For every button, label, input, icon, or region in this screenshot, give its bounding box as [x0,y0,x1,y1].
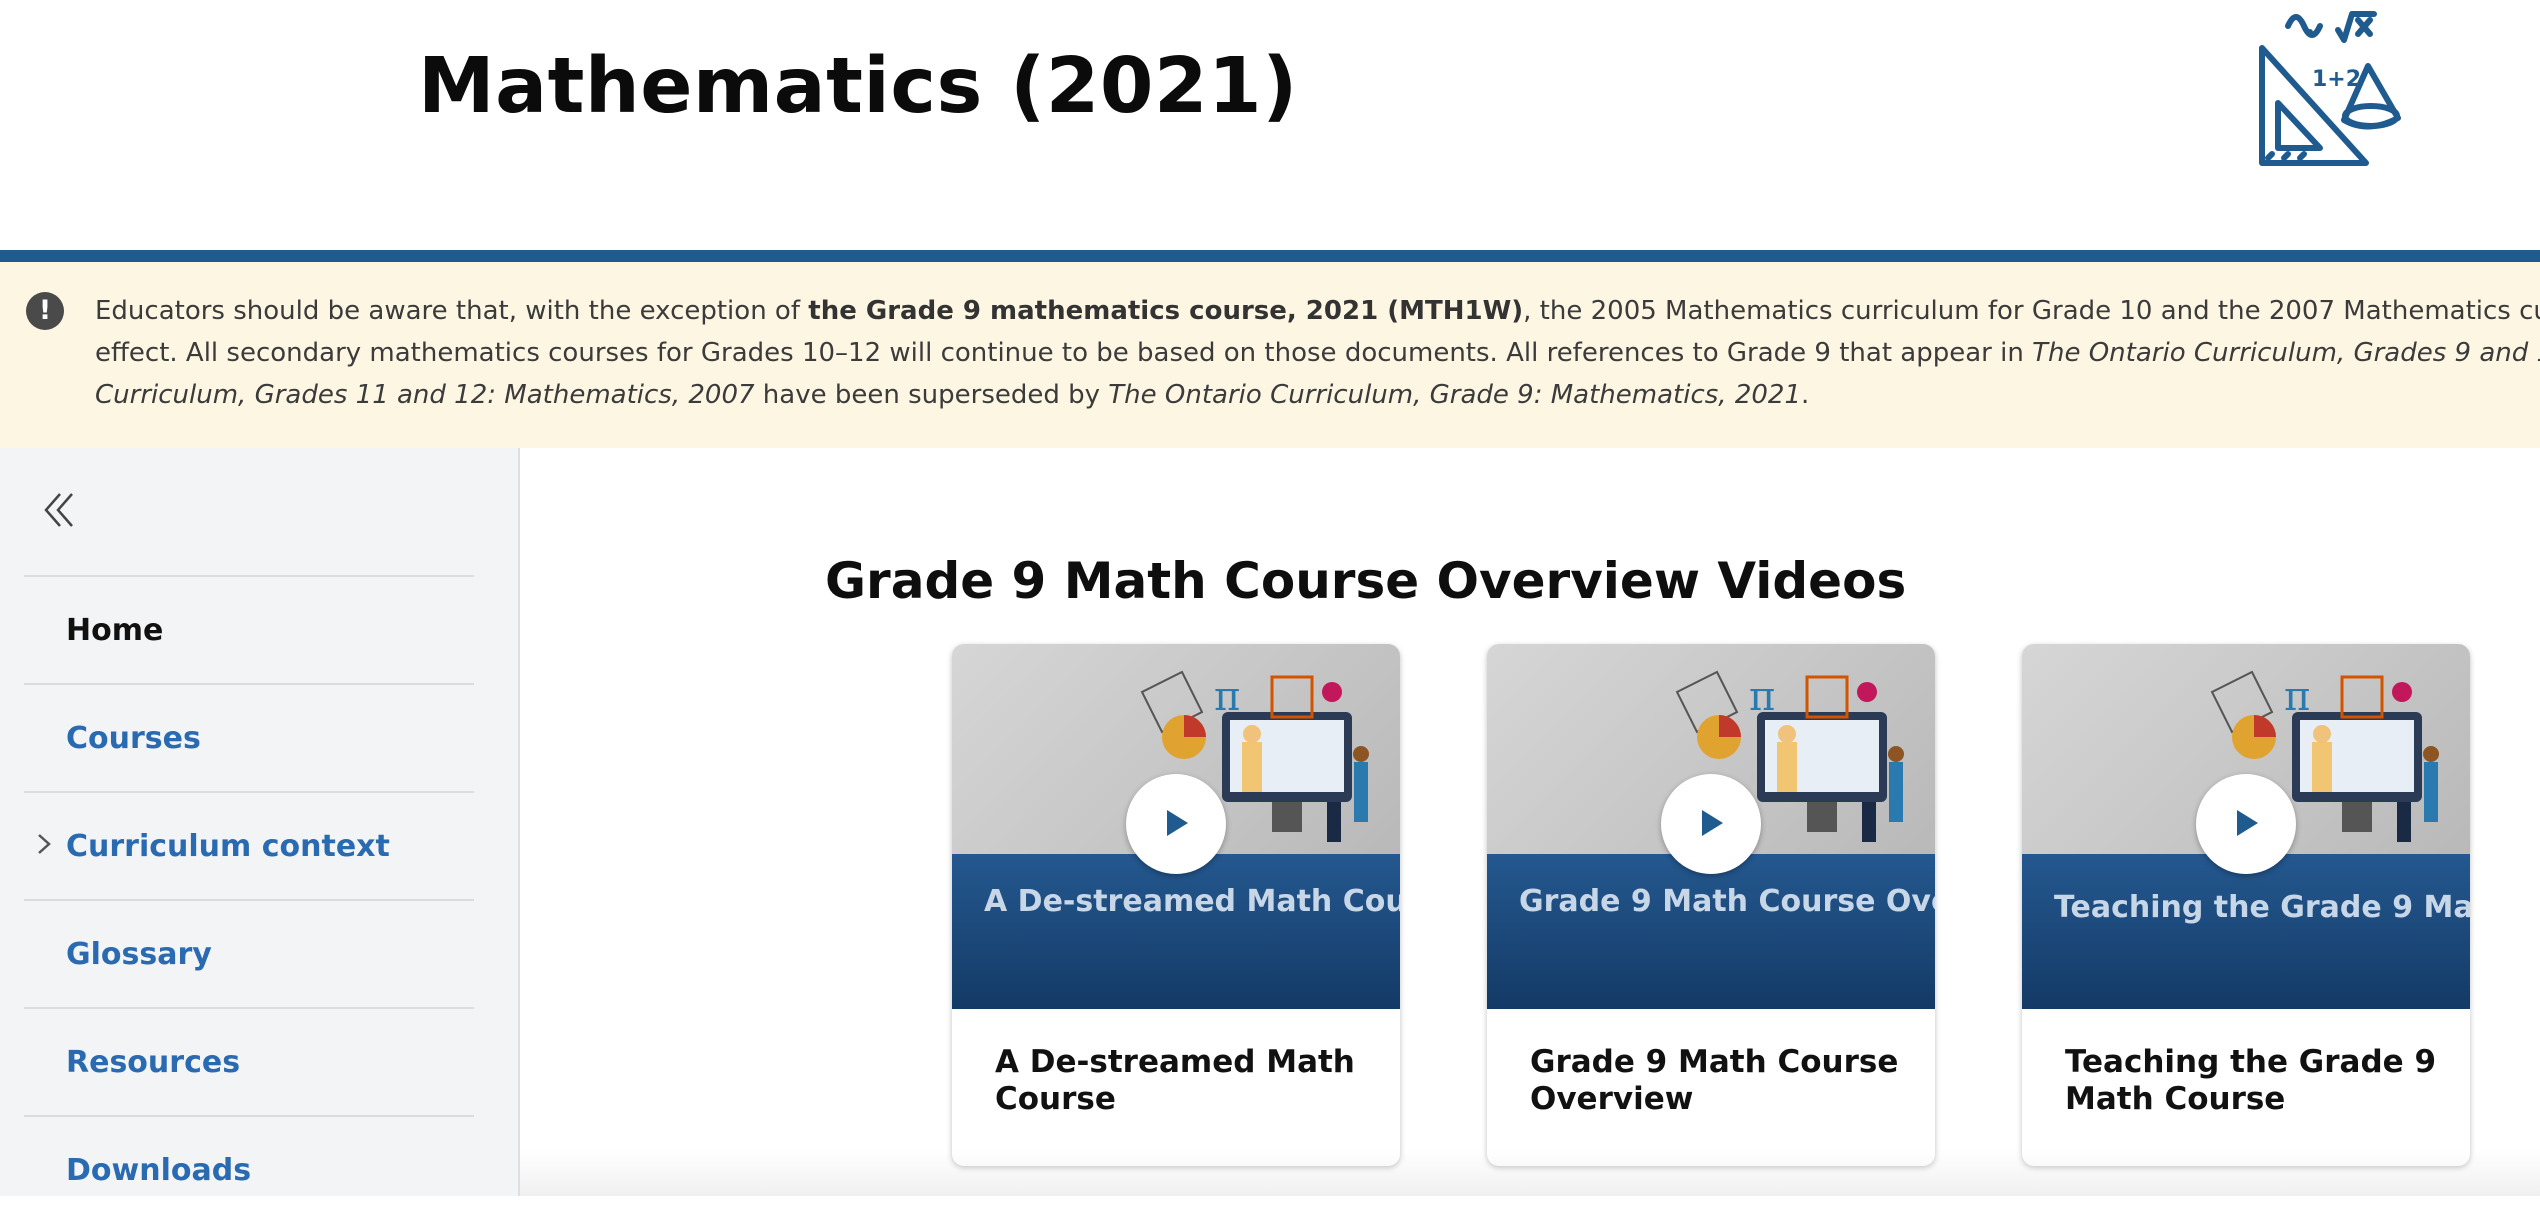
sidebar-item-label: Home [66,612,164,648]
page-header: Mathematics (2021) 1+2 [0,0,2540,250]
video-card[interactable]: π A De-streamed Math Course A De-streame… [952,644,1400,1166]
exclamation-circle-icon: ! [26,292,64,330]
notice-segment: have been superseded by [754,380,1109,410]
sidebar-item-label: Glossary [66,936,212,972]
chevron-right-icon[interactable] [34,831,54,857]
notice-segment: The Ontario Curriculum, Grades 9 and 10:… [2032,338,2540,368]
play-icon [2237,810,2258,836]
notice-segment: the Grade 9 mathematics course, 2021 (MT… [808,296,1524,326]
video-title[interactable]: Grade 9 Math Course Overview [1530,1044,1910,1118]
video-title[interactable]: Teaching the Grade 9 Math Course [2065,1044,2445,1118]
notice-segment: , the 2005 Mathematics curriculum for Gr… [1523,296,2540,326]
sidebar-item-label: Courses [66,720,201,756]
thumbnail-caption: Grade 9 Math Course Overview [1519,884,1935,919]
thumbnail-caption: Teaching the Grade 9 Math Course [2054,890,2470,925]
svg-text:π: π [2284,674,2310,720]
notice-segment: Curriculum, Grades 11 and 12: Mathematic… [95,380,755,410]
video-thumbnail[interactable]: π A De-streamed Math Course [952,644,1400,1009]
play-icon [1702,810,1723,836]
sidebar-item-label: Curriculum context [66,828,390,864]
play-button[interactable] [1126,774,1226,874]
math-symbols-icon: 1+2 [2259,11,2401,166]
sidebar-item-courses[interactable]: Courses [24,683,474,791]
sidebar-item-resources[interactable]: Resources [24,1007,474,1115]
notice-segment: The Ontario Curriculum, Grade 9: Mathema… [1108,380,1801,410]
play-button[interactable] [2196,774,2296,874]
video-title[interactable]: A De-streamed Math Course [995,1044,1375,1118]
thumbnail-caption: A De-streamed Math Course [984,884,1400,919]
sidebar-item-label: Downloads [66,1152,252,1188]
play-icon [1167,810,1188,836]
notice-text: Educators should be aware that, with the… [95,290,2540,416]
sidebar-item-label: Resources [66,1044,241,1080]
video-thumbnail[interactable]: π Grade 9 Math Course Overview [1487,644,1935,1009]
video-card[interactable]: π Teaching the Grade 9 Math Course Teach… [2022,644,2470,1166]
play-button[interactable] [1661,774,1761,874]
sidebar-item-downloads[interactable]: Downloads [24,1115,474,1223]
section-title: Grade 9 Math Course Overview Videos [825,552,1907,610]
video-card[interactable]: π Grade 9 Math Course Overview Grade 9 M… [1487,644,1935,1166]
svg-text:π: π [1749,674,1775,720]
sidebar-item-home[interactable]: Home [24,575,474,683]
sidebar-item-glossary[interactable]: Glossary [24,899,474,1007]
sidebar-item-curriculum-context[interactable]: Curriculum context [24,791,474,899]
notice-segment: effect. All secondary mathematics course… [95,338,2033,368]
sidebar-nav: Home Courses Curriculum context Glossary… [24,575,474,1223]
video-thumbnail[interactable]: π Teaching the Grade 9 Math Course [2022,644,2470,1009]
scroll-fade [520,1150,2540,1196]
notice-segment: . [1801,380,1810,410]
double-chevron-left-icon[interactable] [38,488,82,532]
notice-segment: Educators should be aware that, with the… [95,296,809,326]
header-divider-bar [0,250,2540,262]
page-title: Mathematics (2021) [418,42,1298,131]
svg-text:1+2: 1+2 [2312,67,2361,92]
svg-text:π: π [1214,674,1240,720]
